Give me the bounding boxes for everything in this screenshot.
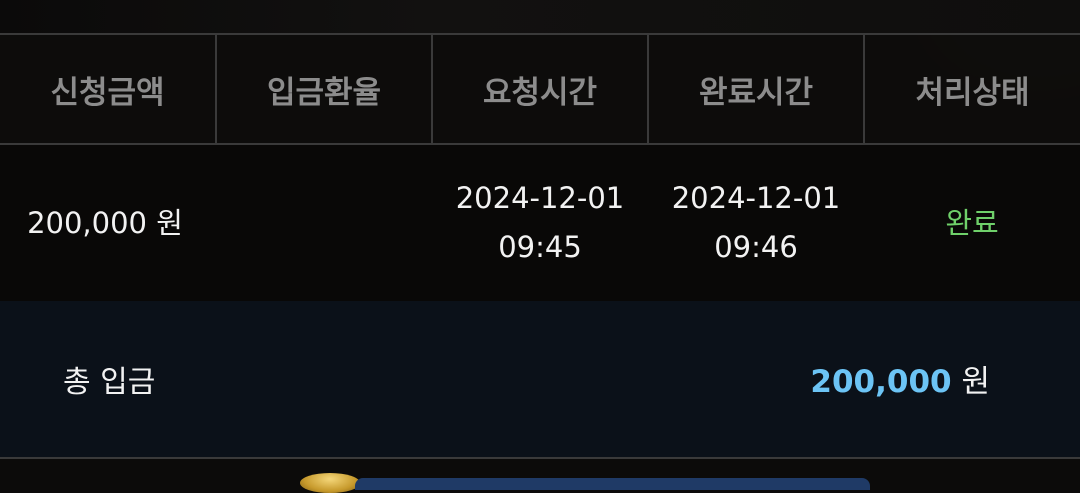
table-row: 200,000 원 2024-12-01 09:45 2024-12-01 09… (0, 143, 1080, 303)
header-request-amount: 신청금액 (0, 33, 217, 145)
request-time: 09:45 (498, 230, 582, 264)
total-summary: 총 입금 200,000 원 (0, 301, 1080, 459)
header-complete-time: 완료시간 (647, 33, 865, 145)
cell-amount: 200,000 원 (0, 143, 216, 303)
header-request-time: 요청시간 (431, 33, 649, 145)
total-value: 200,000 (810, 364, 952, 400)
total-amount: 200,000 원 (810, 356, 990, 401)
cell-status: 완료 (864, 143, 1080, 303)
request-date: 2024-12-01 (455, 181, 625, 215)
status-badge: 완료 (945, 205, 999, 240)
header-deposit-rate: 입금환율 (215, 33, 433, 145)
cell-request-time: 2024-12-01 09:45 (432, 143, 648, 303)
complete-date: 2024-12-01 (671, 181, 841, 215)
cell-rate (216, 143, 432, 303)
coin-icon (300, 473, 360, 493)
total-label: 총 입금 (63, 365, 156, 400)
bottom-action-button[interactable] (355, 478, 870, 490)
deposit-history-table: 신청금액 입금환율 요청시간 완료시간 처리상태 200,000 원 2024-… (0, 33, 1080, 303)
header-status: 처리상태 (863, 33, 1080, 145)
cell-complete-time: 2024-12-01 09:46 (648, 143, 864, 303)
table-header-row: 신청금액 입금환율 요청시간 완료시간 처리상태 (0, 33, 1080, 145)
complete-time: 09:46 (714, 230, 798, 264)
top-strip (0, 0, 1080, 33)
amount-text: 200,000 원 (27, 205, 183, 240)
total-unit: 원 (961, 364, 990, 400)
